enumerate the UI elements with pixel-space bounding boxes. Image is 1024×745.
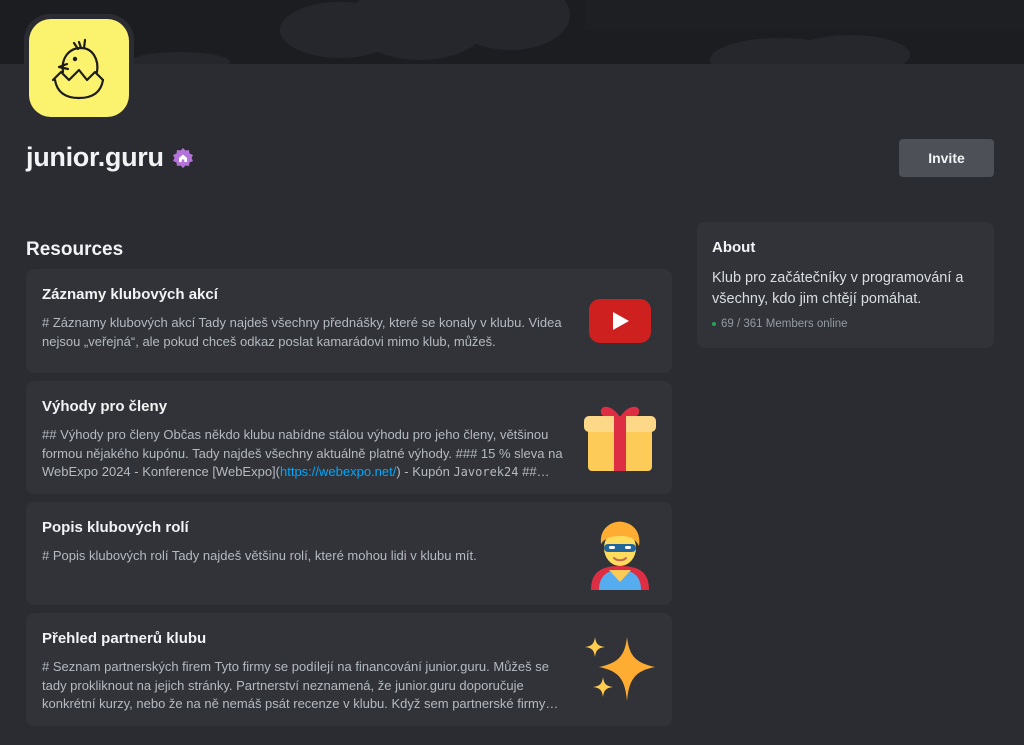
youtube-icon [582, 283, 658, 359]
resource-title: Záznamy klubových akcí [42, 286, 218, 303]
resource-card-benefits[interactable]: Výhody pro členy ## Výhody pro členy Obč… [26, 381, 672, 494]
resource-description: # Seznam partnerských firem Tyto firmy s… [42, 659, 559, 711]
coupon-code: Javorek24 [453, 465, 519, 479]
resource-description: # Popis klubových rolí Tady najdeš větši… [42, 548, 477, 563]
resource-title: Popis klubových rolí [42, 519, 189, 536]
gift-icon [582, 400, 658, 476]
resource-card-roles[interactable]: Popis klubových rolí # Popis klubových r… [26, 502, 672, 605]
resource-title: Výhody pro členy [42, 398, 168, 415]
resource-description: ## Výhody pro členy Občas někdo klubu na… [42, 426, 572, 482]
resource-title: Přehled partnerů klubu [42, 630, 207, 647]
about-panel: About Klub pro začátečníky v programován… [697, 222, 994, 348]
server-icon [24, 14, 134, 122]
resource-card-recordings[interactable]: Záznamy klubových akcí # Záznamy klubový… [26, 269, 672, 373]
about-description: Klub pro začátečníky v programování a vš… [712, 270, 964, 307]
community-home-icon[interactable] [172, 147, 194, 169]
invite-button[interactable]: Invite [899, 139, 994, 177]
online-status-icon [712, 322, 716, 326]
superhero-icon [582, 516, 658, 592]
server-name: junior.guru [26, 142, 164, 172]
description-text: ) - Kupón [396, 464, 454, 479]
resources-heading: Resources [26, 239, 124, 260]
resources-list: Záznamy klubových akcí # Záznamy klubový… [26, 269, 672, 734]
chick-hatching-icon [51, 38, 105, 100]
about-heading: About [712, 239, 756, 256]
resource-card-partners[interactable]: Přehled partnerů klubu # Seznam partners… [26, 613, 672, 726]
webexpo-link[interactable]: https://webexpo.net/ [280, 464, 396, 479]
banner-clouds-decoration [130, 0, 1024, 64]
sparkles-icon [582, 632, 658, 708]
members-online: 69 / 361 Members online [712, 318, 979, 330]
members-online-count: 69 / 361 Members online [721, 318, 848, 330]
server-banner [0, 0, 1024, 64]
server-header: junior.guru [26, 142, 194, 173]
description-text: ##… [518, 464, 550, 479]
resource-description: # Záznamy klubových akcí Tady najdeš vše… [42, 315, 562, 349]
